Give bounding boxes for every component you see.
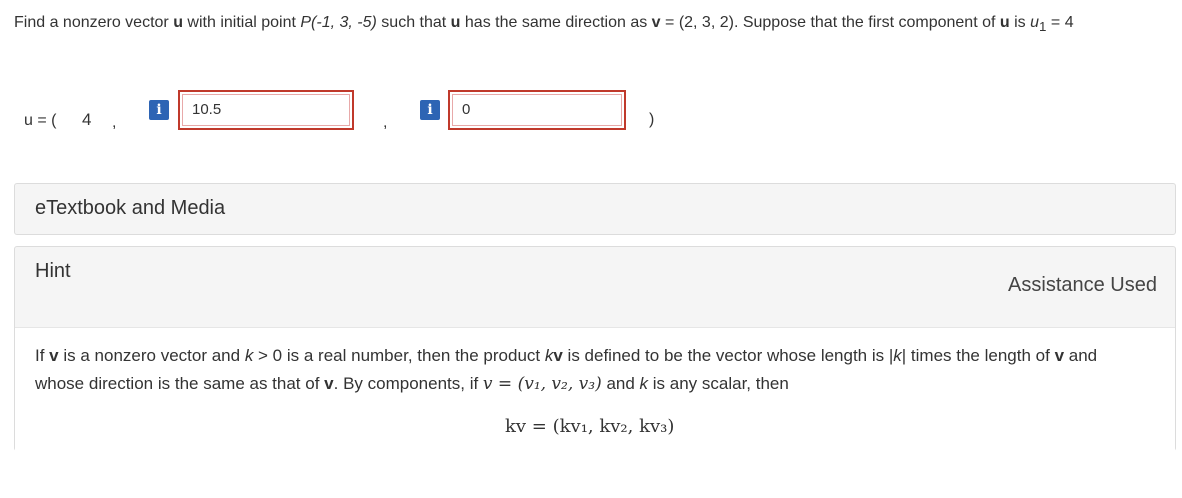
hint-panel: Hint Assistance Used If v is a nonzero v… xyxy=(14,246,1176,498)
question-text: Find a nonzero vector u with initial poi… xyxy=(14,11,1174,39)
scalar-k: k xyxy=(893,346,902,365)
hint-text-segment: is defined to be the vector whose length… xyxy=(562,346,894,365)
component-u1: u xyxy=(1030,14,1040,31)
comma-separator: , xyxy=(112,114,117,131)
initial-point: P(-1, 3, -5) xyxy=(300,14,377,31)
assistance-used-label: Assistance Used xyxy=(1008,274,1157,296)
etextbook-title[interactable]: eTextbook and Media xyxy=(35,197,225,220)
vector-v: v xyxy=(324,374,334,393)
info-icon[interactable]: i xyxy=(420,100,440,120)
vector-u: u xyxy=(450,14,461,31)
answer-row: u = ( 4 , i 10.5 , i 0 ) xyxy=(0,90,1182,140)
hint-text-segment: is a nonzero vector and xyxy=(58,346,245,365)
hint-text: If v is a nonzero vector and k > 0 is a … xyxy=(35,342,1135,398)
vector-u: u xyxy=(173,14,183,31)
vector-v: v xyxy=(553,346,563,365)
hint-text-segment: and xyxy=(601,374,640,393)
question-text-segment: with initial point xyxy=(182,14,301,31)
hint-text-segment: is any scalar, then xyxy=(648,374,789,393)
hint-text-segment: > 0 is a real number, then the product xyxy=(253,346,545,365)
close-paren: ) xyxy=(649,111,655,128)
vector-v: v xyxy=(651,14,661,31)
scalar-multiplication-formula: kv = (kv₁, kv₂, kv₃) xyxy=(505,416,675,437)
hint-title[interactable]: Hint xyxy=(35,260,71,283)
vector-v: v xyxy=(49,346,59,365)
info-icon[interactable]: i xyxy=(149,100,169,120)
question-text-segment: = 4 xyxy=(1046,14,1074,31)
etextbook-panel[interactable]: eTextbook and Media xyxy=(14,183,1176,235)
hint-text-segment: | times the length of xyxy=(901,346,1055,365)
hint-body: If v is a nonzero vector and k > 0 is a … xyxy=(15,327,1175,498)
vector-components: v = (v₁, v₂, v₃) xyxy=(482,374,602,394)
question-text-segment: Find a nonzero vector xyxy=(14,14,174,31)
comma-separator: , xyxy=(383,114,388,131)
question-text-segment: = (2, 3, 2). Suppose that the first comp… xyxy=(660,14,1000,31)
component-2-input[interactable]: 10.5 xyxy=(178,90,354,130)
question-text-segment: such that xyxy=(376,14,451,31)
component-3-input[interactable]: 0 xyxy=(448,90,626,130)
component-1-value: 4 xyxy=(82,110,92,129)
vector-u: u xyxy=(999,14,1010,31)
question-text-segment: has the same direction as xyxy=(460,14,652,31)
hint-text-segment: . By components, if xyxy=(333,374,483,393)
vector-v: v xyxy=(1054,346,1065,365)
question-text-segment: is xyxy=(1009,14,1031,31)
scalar-k: k xyxy=(639,374,649,393)
answer-label: u = ( xyxy=(24,112,57,129)
hint-text-segment: If xyxy=(35,346,50,365)
